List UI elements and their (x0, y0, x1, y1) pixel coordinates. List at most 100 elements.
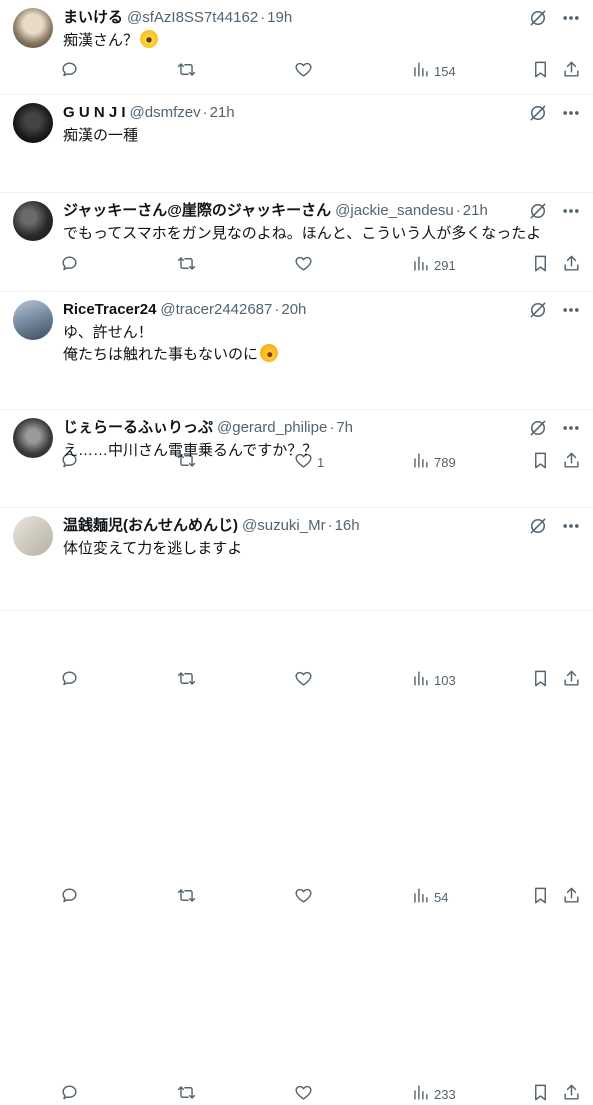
separator-dot: · (202, 104, 208, 121)
tweet-top-icons (528, 201, 581, 221)
share-button[interactable] (562, 886, 581, 908)
retweet-icon (177, 669, 196, 691)
display-name[interactable]: RiceTracer24 (63, 301, 156, 318)
timestamp[interactable]: 21h (463, 202, 488, 219)
tweet-text-line: 痴漢さん？ (63, 32, 139, 49)
user-handle[interactable]: @sfAzI8SS7t44162 (127, 9, 258, 26)
views-count: 54 (434, 889, 449, 905)
share-button[interactable] (562, 60, 581, 82)
user-handle[interactable]: @jackie_sandesu (335, 202, 454, 219)
separator-dot: · (329, 419, 335, 436)
views-button[interactable]: 154 (411, 60, 456, 82)
grok-icon[interactable] (528, 103, 548, 123)
avatar[interactable] (13, 103, 53, 143)
reply-button[interactable] (60, 60, 83, 82)
tweet-text-line: ゆ、許せん！ (63, 324, 153, 341)
views-count: 233 (434, 1086, 456, 1102)
avatar[interactable] (13, 201, 53, 241)
display-name[interactable]: ジャッキーさん@崖際のジャッキーさん (63, 202, 331, 219)
tweet[interactable]: RiceTracer24 @tracer2442687 · 20h ゆ、許せん！ 俺たち… (0, 292, 593, 688)
grok-icon[interactable] (528, 418, 548, 438)
rolling-on-floor-laughing-emoji (257, 341, 281, 365)
bookmark-icon (531, 669, 550, 691)
like-button[interactable] (294, 669, 317, 691)
like-button[interactable] (294, 1083, 317, 1105)
share-button[interactable] (562, 669, 581, 691)
retweet-button[interactable] (177, 1083, 200, 1105)
bookmark-button[interactable] (531, 669, 550, 691)
share-icon (562, 1083, 581, 1105)
timestamp[interactable]: 20h (281, 301, 306, 318)
bookmark-button[interactable] (531, 886, 550, 908)
user-handle[interactable]: @suzuki_Mr (242, 517, 326, 534)
tweet[interactable]: G U N J I @dsmfzev · 21h 痴漢の一種 291 (0, 95, 593, 273)
avatar[interactable] (13, 516, 53, 556)
reply-button[interactable] (60, 1083, 83, 1105)
retweet-button[interactable] (177, 60, 200, 82)
grok-icon[interactable] (528, 201, 548, 221)
views-button[interactable]: 233 (411, 1083, 456, 1105)
display-name[interactable]: 温銭麺児(おんせんめんじ) (63, 517, 238, 534)
tweet[interactable]: ジャッキーさん@崖際のジャッキーさん @jackie_sandesu · 21h でも… (0, 193, 593, 470)
heart-icon (294, 886, 313, 908)
avatar[interactable] (13, 300, 53, 340)
reply-button[interactable] (60, 669, 83, 691)
retweet-button[interactable] (177, 669, 200, 691)
grok-icon[interactable] (528, 8, 548, 28)
tweet-header: じぇらーるふぃりっぷ @gerard_philipe · 7h (63, 418, 353, 438)
timestamp[interactable]: 21h (210, 104, 235, 121)
tweet-text-line: でもってスマホをガン見なのよね。ほんと、こういう人が多くなったよ (63, 225, 542, 242)
tweet-header: G U N J I @dsmfzev · 21h (63, 103, 235, 123)
more-icon[interactable] (561, 103, 581, 123)
tweet[interactable]: じぇらーるふぃりっぷ @gerard_philipe · 7h え……中川さん電車乗る… (0, 410, 593, 905)
grok-icon[interactable] (528, 300, 548, 320)
bookmark-button[interactable] (531, 1083, 550, 1105)
bookmark-icon (531, 886, 550, 908)
retweet-button[interactable] (177, 886, 200, 908)
heart-icon (294, 669, 313, 691)
share-icon (562, 886, 581, 908)
timestamp[interactable]: 7h (336, 419, 353, 436)
separator-dot: · (260, 9, 266, 26)
timestamp[interactable]: 16h (335, 517, 360, 534)
tweet-text: え……中川さん電車乗るんですか？？ (63, 440, 317, 462)
more-icon[interactable] (561, 201, 581, 221)
views-button[interactable]: 103 (411, 669, 456, 691)
more-icon[interactable] (561, 8, 581, 28)
grok-icon[interactable] (528, 516, 548, 536)
tweet-top-icons (528, 516, 581, 536)
views-button[interactable]: 54 (411, 886, 448, 908)
avatar[interactable] (13, 8, 53, 48)
tweet-top-icons (528, 103, 581, 123)
display-name[interactable]: まいける (63, 9, 123, 26)
share-button[interactable] (562, 1083, 581, 1105)
reply-icon (60, 60, 79, 82)
more-icon[interactable] (561, 418, 581, 438)
tweet-top-icons (528, 8, 581, 28)
avatar[interactable] (13, 418, 53, 458)
user-handle[interactable]: @tracer2442687 (160, 301, 272, 318)
user-handle[interactable]: @dsmfzev (130, 104, 201, 121)
bookmark-button[interactable] (531, 60, 550, 82)
tweet[interactable]: 温銭麺児(おんせんめんじ) @suzuki_Mr · 16h 体位変えて力を逃しますよ… (0, 508, 593, 1102)
tweet-text: ゆ、許せん！ 俺たちは触れた事もないのに (63, 322, 281, 366)
views-icon (411, 1083, 430, 1105)
user-handle[interactable]: @gerard_philipe (217, 419, 327, 436)
reply-button[interactable] (60, 886, 83, 908)
views-count: 154 (434, 63, 456, 79)
separator-dot: · (455, 202, 461, 219)
more-icon[interactable] (561, 300, 581, 320)
more-icon[interactable] (561, 516, 581, 536)
retweet-icon (177, 886, 196, 908)
display-name[interactable]: G U N J I (63, 104, 126, 121)
timestamp[interactable]: 19h (267, 9, 292, 26)
like-button[interactable] (294, 60, 317, 82)
display-name[interactable]: じぇらーるふぃりっぷ (63, 419, 213, 436)
tweet-actions: 54 (60, 886, 581, 908)
like-button[interactable] (294, 886, 317, 908)
tweet[interactable]: まいける @sfAzI8SS7t44162 · 19h 痴漢さん？ 154 (0, 0, 593, 95)
tweet-actions: 154 (60, 60, 581, 82)
reply-icon (60, 669, 79, 691)
tweet-top-icons (528, 300, 581, 320)
bookmark-icon (531, 1083, 550, 1105)
